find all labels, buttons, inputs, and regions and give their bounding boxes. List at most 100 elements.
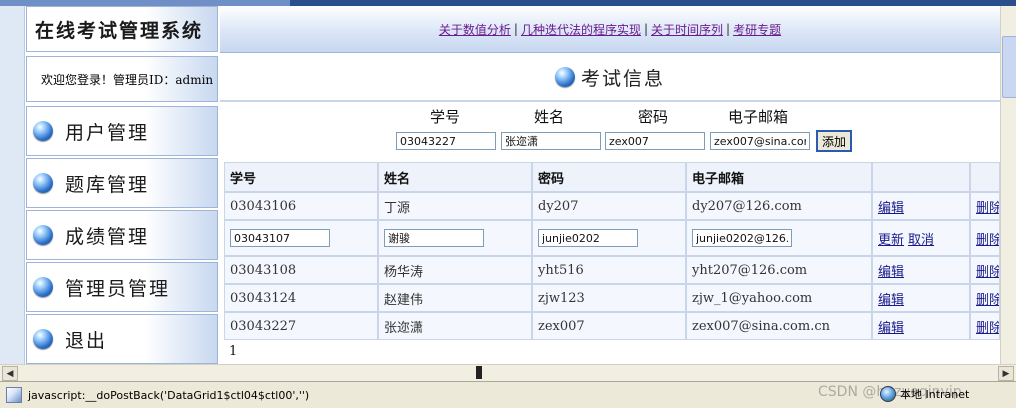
edit-id-input[interactable]	[230, 229, 330, 247]
page-header: 考试信息	[220, 54, 1000, 102]
nav-label: 成绩管理	[65, 225, 150, 248]
delete-link[interactable]: 删除	[976, 197, 999, 216]
left-frame-edge	[0, 6, 25, 364]
orb-icon	[33, 173, 53, 193]
edit-link[interactable]: 编辑	[878, 261, 904, 280]
delete-link[interactable]: 删除	[976, 289, 999, 308]
column-header-password: 密码	[532, 162, 686, 192]
nav-label: 管理员管理	[65, 277, 171, 300]
cell-id: 03043106	[224, 192, 378, 220]
pager-page-1[interactable]: 1	[229, 344, 237, 359]
security-zone: 本地 Intranet	[880, 386, 969, 402]
orb-icon	[33, 121, 53, 141]
edit-name-input[interactable]	[384, 229, 484, 247]
scroll-right-icon[interactable]: ▶	[998, 366, 1014, 381]
cell-email: zjw_1@yahoo.com	[686, 284, 872, 312]
link-numerical-analysis[interactable]: 关于数值分析	[439, 21, 511, 38]
cell-email: zex007@sina.com.cn	[686, 312, 872, 340]
nav-score-management[interactable]: 成绩管理	[26, 210, 218, 260]
link-postgrad-exam[interactable]: 考研专题	[733, 21, 781, 38]
cell-delete: 删除	[970, 192, 1000, 220]
nav-question-bank[interactable]: 题库管理	[26, 158, 218, 208]
page-icon	[6, 387, 22, 403]
edit-link[interactable]: 编辑	[878, 197, 904, 216]
new-email-input[interactable]	[710, 132, 810, 150]
cancel-link[interactable]: 取消	[908, 229, 934, 248]
zone-label: 本地 Intranet	[900, 388, 970, 401]
column-header-email: 电子邮箱	[686, 162, 872, 192]
nav-user-management[interactable]: 用户管理	[26, 106, 218, 156]
pager: 1	[224, 340, 1000, 362]
scroll-thumb[interactable]	[1002, 36, 1016, 98]
cell-actions: 编辑	[872, 192, 970, 220]
status-bar: javascript:__doPostBack('DataGrid1$ctl04…	[0, 381, 1016, 408]
new-password-input[interactable]	[605, 132, 705, 150]
nav-logout[interactable]: 退出	[26, 314, 218, 364]
cell-email: yht207@126.com	[686, 256, 872, 284]
cell-id-edit	[224, 220, 378, 256]
cell-actions: 编辑	[872, 256, 970, 284]
orb-icon	[33, 225, 53, 245]
add-button[interactable]: 添加	[816, 130, 853, 152]
cell-actions: 更新 取消	[872, 220, 970, 256]
horizontal-scrollbar[interactable]: ◀ ▶	[0, 364, 1016, 381]
column-header-id: 学号	[224, 162, 378, 192]
data-grid: 学号 姓名 密码 电子邮箱 03043106 丁源 dy207 dy207@12…	[224, 162, 1000, 362]
label-email: 电子邮箱	[728, 108, 789, 126]
label-name: 姓名	[534, 108, 565, 126]
cell-id: 03043124	[224, 284, 378, 312]
scroll-thumb[interactable]	[476, 366, 482, 379]
main-panel: 关于数值分析 | 几种迭代法的程序实现 | 关于时间序列 | 考研专题 考试信息…	[220, 6, 1000, 364]
cell-password: dy207	[532, 192, 686, 220]
cell-actions: 编辑	[872, 312, 970, 340]
edit-password-input[interactable]	[538, 229, 638, 247]
link-iteration-methods[interactable]: 几种迭代法的程序实现	[521, 21, 641, 38]
cell-password: zex007	[532, 312, 686, 340]
cell-delete: 删除	[970, 312, 1000, 340]
cell-name: 张迩潇	[378, 312, 532, 340]
cell-name: 杨华涛	[378, 256, 532, 284]
welcome-text: 欢迎您登录！管理员ID：admin	[26, 56, 218, 102]
cell-email-edit	[686, 220, 872, 256]
edit-link[interactable]: 编辑	[878, 317, 904, 336]
edit-email-input[interactable]	[692, 229, 792, 247]
orb-icon	[554, 67, 575, 87]
link-separator: |	[513, 22, 518, 36]
cell-delete: 删除	[970, 256, 1000, 284]
nav-label: 题库管理	[65, 173, 150, 196]
nav-admin-management[interactable]: 管理员管理	[26, 262, 218, 312]
cell-actions: 编辑	[872, 284, 970, 312]
link-time-series[interactable]: 关于时间序列	[651, 21, 723, 38]
sidebar: 在线考试管理系统 欢迎您登录！管理员ID：admin 用户管理 题库管理 成绩管…	[26, 6, 220, 364]
link-bar: 关于数值分析 | 几种迭代法的程序实现 | 关于时间序列 | 考研专题	[220, 6, 1000, 53]
scroll-left-icon[interactable]: ◀	[2, 366, 18, 381]
intranet-icon	[880, 386, 896, 402]
vertical-scrollbar[interactable]	[1000, 6, 1016, 364]
link-separator: |	[643, 22, 649, 36]
column-header-name: 姓名	[378, 162, 532, 192]
add-form: 添加	[220, 130, 1000, 154]
orb-icon	[33, 277, 53, 297]
cell-password: yht516	[532, 256, 686, 284]
nav-label: 退出	[65, 329, 108, 352]
app-brand: 在线考试管理系统	[26, 6, 218, 52]
cell-name: 丁源	[378, 192, 532, 220]
cell-delete: 删除	[970, 220, 1000, 256]
delete-link[interactable]: 删除	[976, 317, 999, 336]
cell-delete: 删除	[970, 284, 1000, 312]
update-link[interactable]: 更新	[878, 229, 904, 248]
edit-link[interactable]: 编辑	[878, 289, 904, 308]
nav-label: 用户管理	[65, 121, 150, 144]
cell-id: 03043108	[224, 256, 378, 284]
page-title: 考试信息	[580, 67, 665, 90]
delete-link[interactable]: 删除	[976, 229, 999, 248]
new-id-input[interactable]	[396, 132, 496, 150]
cell-password-edit	[532, 220, 686, 256]
cell-id: 03043227	[224, 312, 378, 340]
column-header-delete	[970, 162, 1000, 192]
label-id: 学号	[430, 108, 461, 126]
new-name-input[interactable]	[501, 132, 601, 150]
delete-link[interactable]: 删除	[976, 261, 999, 280]
cell-password: zjw123	[532, 284, 686, 312]
orb-icon	[33, 329, 53, 349]
